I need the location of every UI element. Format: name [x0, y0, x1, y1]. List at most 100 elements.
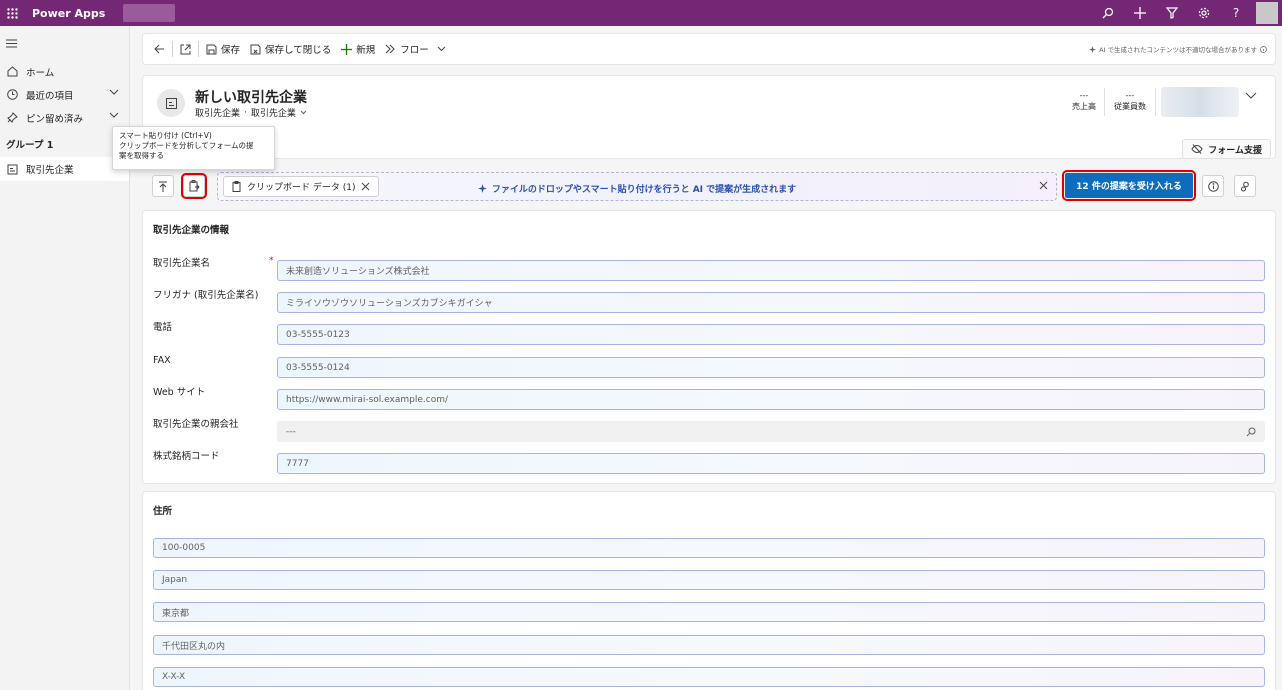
new-label: 新規 [356, 45, 376, 56]
tooltip-line: クリップボードを分析してフォームの提 [119, 141, 254, 150]
smart-paste-tooltip: スマート貼り付け (Ctrl+V) クリップボードを分析してフォームの提 案を取… [112, 126, 275, 170]
chevron-down-icon[interactable] [109, 112, 119, 118]
search-icon[interactable] [1092, 0, 1124, 26]
kpi-employees: --- 従業員数 [1109, 90, 1151, 112]
app-name[interactable]: Power Apps [32, 7, 105, 20]
save-and-close-button[interactable]: 保存して閉じる [245, 36, 336, 62]
address-section: 住所 100-0005 Japan 東京都 千代田区丸の内 X-X-X [142, 491, 1276, 690]
save-close-label: 保存して閉じる [265, 45, 332, 56]
arrow-up-to-line-icon [159, 181, 167, 192]
close-icon[interactable] [1039, 181, 1048, 190]
sidebar-item-accounts[interactable]: 取引先企業 [0, 157, 129, 181]
sidebar-item-label: ホーム [26, 67, 55, 79]
sidebar-item-label: 最近の項目 [26, 90, 74, 102]
kpi-revenue: --- 売上高 [1069, 90, 1099, 112]
account-name-input[interactable]: 未来創造ソリューションズ株式会社 [277, 260, 1265, 281]
person-settings-icon [1240, 181, 1249, 191]
field-label: 取引先企業の親会社 [153, 419, 239, 430]
flow-label: フロー [400, 45, 429, 56]
site-map-sidebar: ホーム 最近の項目 ピン留め済み グループ 1 取引先企業 [0, 26, 130, 690]
account-info-section: 取引先企業の情報 取引先企業名 * 未来創造ソリューションズ株式会社 フリガナ … [142, 210, 1276, 484]
open-new-window-button[interactable] [175, 36, 196, 62]
city-input[interactable]: 千代田区丸の内 [153, 635, 1265, 655]
save-close-icon [250, 44, 261, 54]
info-button[interactable] [1202, 175, 1224, 197]
furigana-input[interactable]: ミライソウゾウソリューションズカブシキガイシャ [277, 292, 1265, 313]
hamburger-menu-icon[interactable] [0, 26, 129, 60]
save-label: 保存 [221, 45, 241, 56]
flow-button[interactable]: フロー [380, 36, 451, 62]
street-input[interactable]: X-X-X [153, 667, 1265, 687]
user-avatar[interactable] [1256, 2, 1278, 24]
search-icon[interactable] [1246, 427, 1256, 437]
pin-icon [6, 112, 18, 124]
collapse-up-button[interactable] [152, 175, 174, 197]
sidebar-group-header: グループ 1 [6, 140, 54, 151]
add-icon[interactable] [1124, 0, 1156, 26]
chevron-down-icon [300, 110, 307, 115]
kpi-label: 従業員数 [1114, 102, 1146, 111]
parent-account-lookup[interactable]: --- [277, 421, 1265, 442]
help-icon[interactable]: ? [1220, 0, 1252, 26]
form-selector[interactable]: 取引先企業 [251, 106, 296, 119]
environment-name-redacted [123, 4, 176, 22]
drop-zone-text: ファイルのドロップやスマート貼り付けを行うと AI で提案が生成されます [491, 185, 797, 195]
subtitle-separator: · [244, 107, 247, 118]
file-drop-zone[interactable]: クリップボード データ (1) ファイルのドロップやスマート貼り付けを行うと A… [217, 172, 1057, 201]
ticker-symbol-input[interactable]: 7777 [277, 453, 1265, 474]
arrow-left-icon [154, 44, 164, 54]
command-bar: 保存 保存して閉じる 新規 フロー AI で生成されたコンテンツは不適切な場合が… [142, 33, 1276, 65]
website-input[interactable]: https://www.mirai-sol.example.com/ [277, 389, 1265, 410]
sparkle-icon [477, 184, 487, 193]
smart-paste-button[interactable] [181, 173, 207, 199]
filter-icon[interactable] [1156, 0, 1188, 26]
sidebar-item-recent[interactable]: 最近の項目 [0, 83, 129, 106]
postal-code-input[interactable]: 100-0005 [153, 538, 1265, 558]
clock-icon [6, 89, 18, 101]
state-province-input[interactable]: 東京都 [153, 602, 1265, 622]
lookup-value: --- [286, 426, 296, 437]
field-row-account-name: 取引先企業名 * 未来創造ソリューションズ株式会社 [153, 256, 1265, 281]
clipboard-paste-icon [189, 180, 200, 192]
fax-input[interactable]: 03-5555-0124 [277, 357, 1265, 378]
phone-input[interactable]: 03-5555-0123 [277, 324, 1265, 345]
sparkle-icon [1089, 45, 1097, 53]
sidebar-item-label: ピン留め済み [26, 113, 84, 125]
settings-gear-icon[interactable] [1188, 0, 1220, 26]
divider [198, 41, 199, 57]
flow-icon [385, 44, 395, 54]
chevron-down-icon [437, 46, 446, 52]
record-header: 新しい取引先企業 取引先企業 · 取引先企業 --- 売上高 --- 従業員数 … [142, 75, 1276, 159]
country-input[interactable]: Japan [153, 570, 1265, 590]
form-assist-button[interactable]: フォーム支援 [1182, 139, 1271, 159]
sidebar-item-pinned[interactable]: ピン留め済み [0, 106, 129, 129]
sidebar-item-home[interactable]: ホーム [0, 60, 129, 83]
drop-zone-message: ファイルのドロップやスマート貼り付けを行うと AI で提案が生成されます [218, 182, 1056, 195]
divider [1104, 88, 1105, 116]
field-label: 電話 [153, 322, 173, 333]
info-icon [1260, 45, 1267, 53]
expand-header-chevron-icon[interactable] [1245, 92, 1257, 99]
kpi-label: 売上高 [1072, 102, 1096, 111]
field-label: FAX [153, 355, 171, 366]
settings-button[interactable] [1234, 175, 1256, 197]
chevron-down-icon[interactable] [109, 89, 119, 95]
new-button[interactable]: 新規 [336, 36, 380, 62]
field-row-website: Web サイト https://www.mirai-sol.example.co… [153, 387, 1265, 410]
field-label: フリガナ (取引先企業名) [153, 290, 259, 301]
accept-suggestions-button[interactable]: 12 件の提案を受け入れる [1062, 170, 1196, 201]
field-row-fax: FAX 03-5555-0124 [153, 355, 1265, 378]
account-entity-icon [6, 163, 18, 175]
kpi-value: --- [1079, 91, 1089, 100]
back-button[interactable] [149, 36, 170, 62]
owner-field-redacted [1161, 87, 1239, 117]
app-launcher-icon[interactable] [0, 0, 24, 26]
field-row-ticker-symbol: 株式銘柄コード 7777 [153, 451, 1265, 474]
save-button[interactable]: 保存 [201, 36, 245, 62]
record-subtitle: 取引先企業 · 取引先企業 [195, 106, 307, 119]
section-title: 住所 [153, 506, 173, 517]
tooltip-line: 案を取得する [119, 151, 164, 160]
ai-disclaimer: AI で生成されたコンテンツは不適切な場合があります [1089, 44, 1267, 54]
account-record-icon [157, 89, 185, 117]
home-icon [6, 66, 18, 78]
